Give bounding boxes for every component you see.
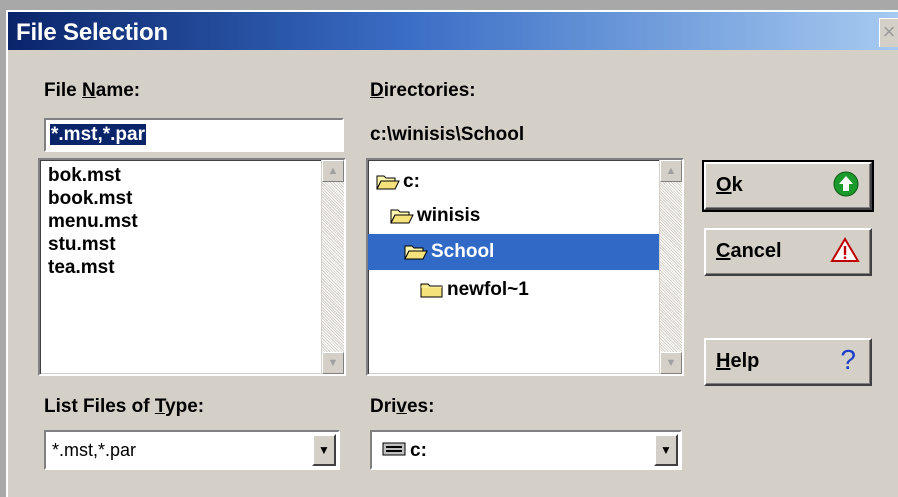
scroll-up-button[interactable]: ▲	[660, 160, 682, 182]
ok-button[interactable]: Ok	[702, 160, 874, 212]
file-list[interactable]: bok.mst book.mst menu.mst stu.mst tea.mst ▲ …	[38, 158, 346, 376]
directories-label: Directories:	[370, 80, 476, 101]
window-title: File Selection	[16, 19, 168, 46]
directory-item-label: School	[431, 241, 495, 262]
help-button[interactable]: Help ?	[704, 338, 872, 386]
file-list-scrollbar[interactable]: ▲ ▼	[321, 160, 344, 374]
closed-folder-icon	[420, 281, 444, 299]
file-list-item[interactable]: tea.mst	[40, 256, 344, 279]
question-mark-icon: ?	[840, 344, 856, 375]
dropdown-arrow-icon[interactable]: ▼	[654, 434, 678, 466]
close-button[interactable]: ×	[879, 18, 898, 47]
dropdown-arrow-icon[interactable]: ▼	[312, 434, 336, 466]
directory-item-school[interactable]: School	[368, 234, 660, 270]
open-folder-icon	[390, 207, 414, 225]
open-folder-icon	[376, 173, 400, 191]
directory-item-label: newfol~1	[447, 279, 529, 300]
directory-item-c[interactable]: c:	[368, 164, 660, 200]
directory-item-winisis[interactable]: winisis	[368, 198, 660, 234]
file-list-item[interactable]: bok.mst	[40, 164, 344, 187]
file-name-input[interactable]: *.mst,*.par	[44, 118, 344, 152]
directory-tree[interactable]: c: winisis School newfol~1 ▲ ▼	[366, 158, 684, 376]
title-bar[interactable]: File Selection ×	[8, 12, 898, 50]
green-up-arrow-icon	[832, 170, 860, 204]
drive-icon	[382, 440, 406, 462]
cancel-button[interactable]: Cancel	[704, 228, 872, 276]
scroll-down-button[interactable]: ▼	[660, 352, 682, 374]
warning-triangle-icon	[830, 236, 860, 270]
directory-item-label: winisis	[417, 205, 481, 226]
current-directory-path: c:\winisis\School	[370, 124, 525, 145]
file-list-item[interactable]: menu.mst	[40, 210, 344, 233]
file-type-label: List Files of Type:	[44, 396, 205, 417]
directory-item-label: c:	[403, 171, 420, 192]
file-name-label: File Name:	[44, 80, 141, 101]
directory-item-newfol1[interactable]: newfol~1	[368, 272, 660, 308]
file-list-item[interactable]: book.mst	[40, 187, 344, 210]
scroll-up-button[interactable]: ▲	[322, 160, 344, 182]
close-icon: ×	[882, 19, 896, 44]
drives-select[interactable]: c: ▼	[370, 430, 682, 470]
drives-label: Drives:	[370, 396, 435, 417]
scroll-down-button[interactable]: ▼	[322, 352, 344, 374]
file-selection-dialog: File Selection × File Name: Directories:…	[6, 10, 898, 497]
file-list-item[interactable]: stu.mst	[40, 233, 344, 256]
open-folder-icon	[404, 243, 428, 261]
directory-scrollbar[interactable]: ▲ ▼	[659, 160, 682, 374]
file-type-select[interactable]: *.mst,*.par ▼	[44, 430, 340, 470]
